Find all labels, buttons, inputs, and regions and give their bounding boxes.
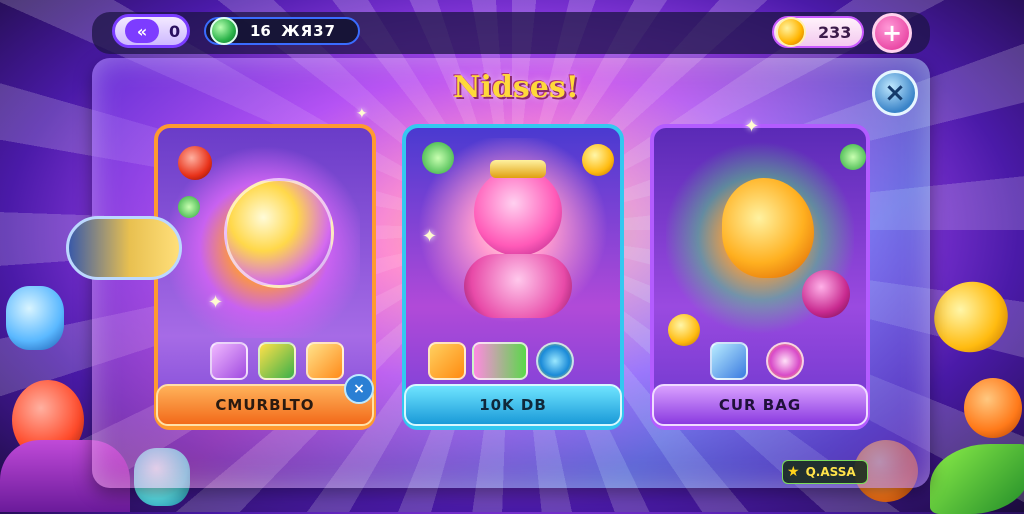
- cat-character-art: [418, 138, 614, 338]
- sparkle-icon: ✦: [744, 116, 760, 137]
- sparkle-icon: ✦: [356, 106, 368, 122]
- fish-character-art: [666, 138, 866, 346]
- gem-count: 16: [250, 22, 271, 40]
- fish-character-icon: [722, 178, 814, 278]
- reward-card-1[interactable]: CMURBLTO: [154, 124, 376, 430]
- add-currency-button[interactable]: +: [872, 13, 912, 53]
- leaf-decoration-icon: [930, 444, 1024, 514]
- star-icon: ★: [787, 464, 800, 480]
- promo-badge[interactable]: ★ Q.ASSA: [782, 460, 868, 484]
- apple-icon: [802, 270, 850, 318]
- cat-body-icon: [464, 254, 572, 318]
- card-2-button[interactable]: 10K DB: [404, 384, 622, 426]
- potion-art: [170, 138, 360, 338]
- gem-cluster-icon: [472, 342, 528, 380]
- ticket-icon: [306, 342, 344, 380]
- gem-counter: 16 ЖЯ37: [204, 17, 360, 45]
- gift-box-icon: [258, 342, 296, 380]
- card-1-button[interactable]: CMURBLTO: [156, 384, 374, 426]
- gem-secondary-value: ЖЯ37: [281, 22, 336, 40]
- coin-count: 233: [818, 22, 852, 42]
- crystal-icon: [210, 342, 248, 380]
- green-gem-icon: [422, 142, 454, 174]
- shuffle-badge[interactable]: ×: [344, 374, 374, 404]
- green-gem-icon: [840, 144, 866, 170]
- back-arrow-icon: «: [125, 19, 159, 43]
- card-3-button[interactable]: CUR BAG: [652, 384, 868, 426]
- gem-icon: [210, 17, 238, 45]
- sparkle-icon: ✦: [422, 226, 438, 247]
- apple-icon: [178, 146, 212, 180]
- page-title: Nidses!: [453, 70, 579, 105]
- green-gem-icon: [178, 196, 200, 218]
- close-icon: ×: [884, 78, 906, 108]
- fruit-decoration-icon: [964, 378, 1022, 438]
- diamond-icon: [710, 342, 748, 380]
- heart-icon: [428, 342, 466, 380]
- sparkle-icon: ✦: [208, 292, 224, 313]
- moon-shield-icon: [536, 342, 574, 380]
- coin-icon: [668, 314, 700, 346]
- close-button[interactable]: ×: [872, 70, 918, 116]
- coin-icon: [582, 144, 614, 176]
- crown-icon: [490, 160, 546, 178]
- potion-icon: [224, 178, 334, 288]
- cannon-icon: [66, 216, 182, 280]
- cat-character-icon: [474, 168, 562, 256]
- plus-icon: +: [881, 19, 903, 47]
- shuffle-icon: ×: [353, 381, 365, 397]
- back-button[interactable]: « 0: [112, 14, 190, 48]
- promo-label: Q.ASSA: [805, 465, 856, 479]
- moon-icon: [766, 342, 804, 380]
- gem-decoration-icon: [6, 286, 64, 350]
- coin-counter: 233: [772, 16, 864, 48]
- back-counter: 0: [169, 21, 181, 41]
- coin-icon: [776, 17, 806, 47]
- coin-decoration-icon: [924, 271, 1018, 363]
- reward-card-2[interactable]: 10K DB: [402, 124, 624, 430]
- reward-card-3[interactable]: CUR BAG: [650, 124, 870, 430]
